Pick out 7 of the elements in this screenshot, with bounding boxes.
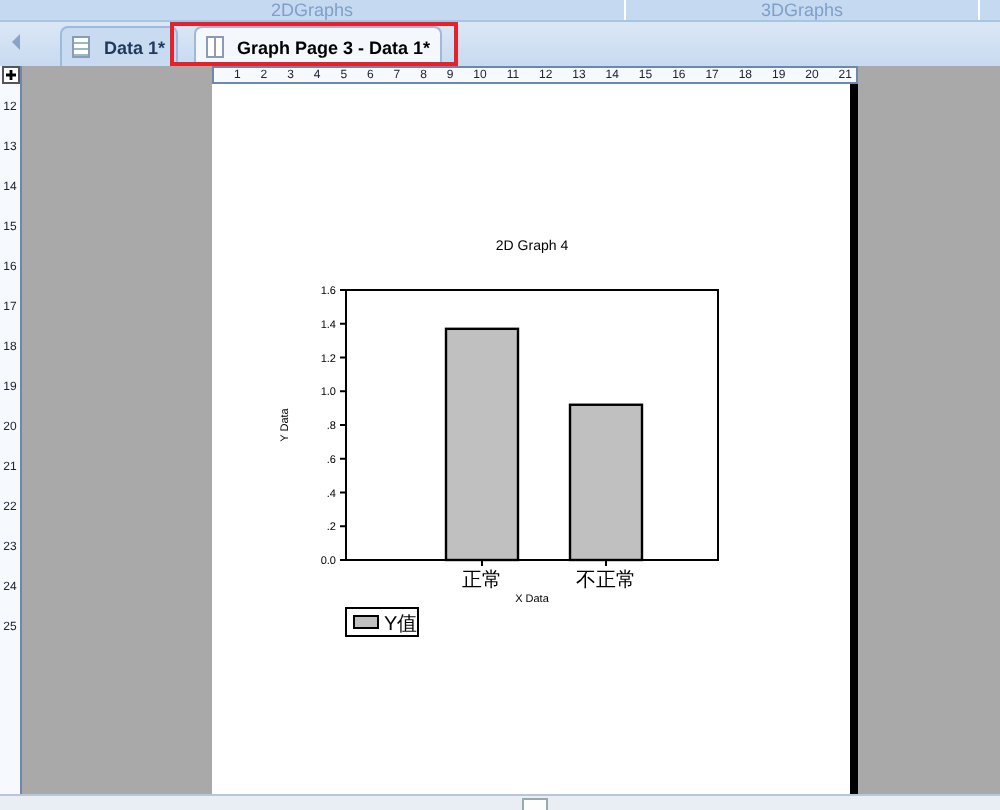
category-label: 正常 bbox=[462, 570, 502, 592]
ribbon-group-label: 2DGraphs bbox=[0, 0, 626, 20]
category-label: 不正常 bbox=[576, 570, 636, 592]
document-tab[interactable]: Graph Page 3 - Data 1* bbox=[193, 26, 443, 66]
ribbon-group-label: 3DGraphs bbox=[626, 0, 980, 20]
document-tab[interactable]: Data 1* bbox=[60, 26, 178, 66]
legend-label: Y值 bbox=[384, 614, 418, 636]
